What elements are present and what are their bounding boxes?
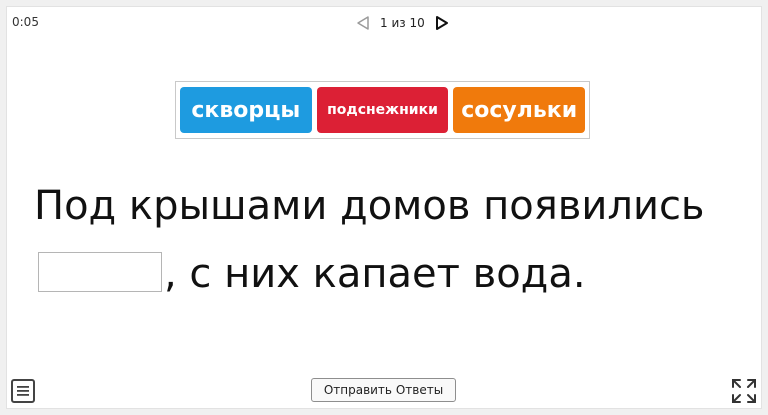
sentence-line-2: , с них капает вода.: [164, 251, 586, 297]
next-question-button[interactable]: [435, 15, 449, 31]
word-chip-skvortsy[interactable]: скворцы: [180, 87, 312, 133]
question-counter: 1 из 10: [380, 16, 425, 30]
question-pager: 1 из 10: [356, 12, 449, 34]
timer: 0:05: [12, 15, 39, 29]
sentence-line-1: Под крышами домов появились: [34, 183, 705, 229]
menu-button[interactable]: [11, 379, 35, 403]
word-bank: скворцы подснежники сосульки: [175, 81, 590, 139]
word-chip-sosulki[interactable]: сосульки: [453, 87, 586, 133]
fullscreen-button[interactable]: [731, 378, 757, 404]
answer-drop-zone[interactable]: [38, 252, 162, 292]
triangle-right-icon: [435, 16, 448, 30]
triangle-left-icon: [357, 16, 369, 30]
question-sentence: Под крышами домов появились , с них капа…: [34, 172, 744, 308]
submit-answers-button[interactable]: Отправить Ответы: [311, 378, 456, 402]
word-chip-podsnezhniki[interactable]: подснежники: [316, 87, 449, 133]
fullscreen-icon: [732, 379, 756, 403]
menu-list-icon: [17, 386, 29, 396]
prev-question-button[interactable]: [356, 15, 370, 31]
